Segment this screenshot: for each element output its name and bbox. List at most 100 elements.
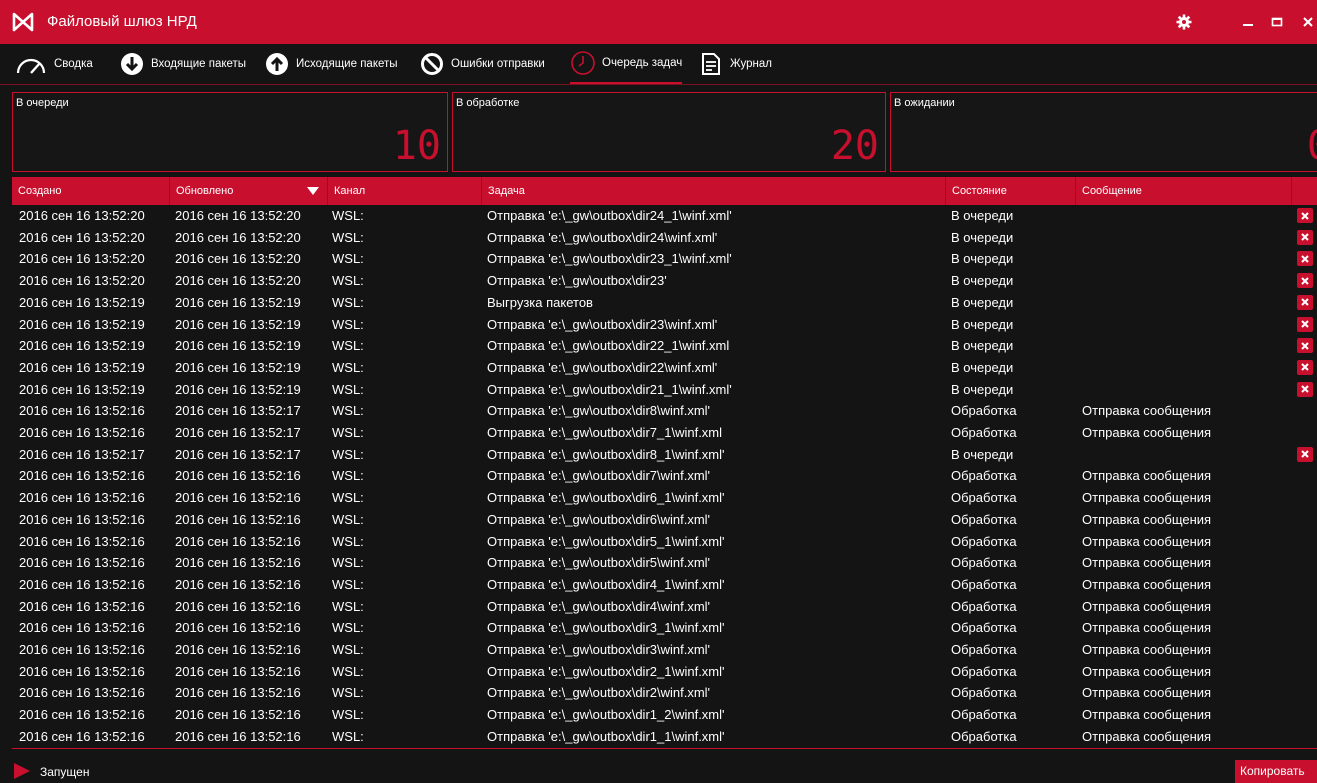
- close-button[interactable]: [1296, 10, 1317, 34]
- remove-task-button[interactable]: [1297, 338, 1313, 354]
- settings-button[interactable]: [1172, 10, 1196, 34]
- table-row[interactable]: 2016 сен 16 13:52:19 2016 сен 16 13:52:19…: [12, 314, 1317, 336]
- table-row[interactable]: 2016 сен 16 13:52:16 2016 сен 16 13:52:17…: [12, 400, 1317, 422]
- stat-queued-value: 10: [392, 123, 441, 169]
- table-row[interactable]: 2016 сен 16 13:52:16 2016 сен 16 13:52:17…: [12, 422, 1317, 444]
- cell-state: В очереди: [951, 338, 1014, 354]
- cell-updated: 2016 сен 16 13:52:19: [175, 294, 301, 310]
- table-row[interactable]: 2016 сен 16 13:52:20 2016 сен 16 13:52:20…: [12, 227, 1317, 249]
- cell-channel: WSL:: [332, 381, 364, 397]
- table-row[interactable]: 2016 сен 16 13:52:20 2016 сен 16 13:52:20…: [12, 205, 1317, 227]
- table-row[interactable]: 2016 сен 16 13:52:16 2016 сен 16 13:52:16…: [12, 465, 1317, 487]
- cell-updated: 2016 сен 16 13:52:19: [175, 316, 301, 332]
- table-row[interactable]: 2016 сен 16 13:52:19 2016 сен 16 13:52:19…: [12, 335, 1317, 357]
- remove-task-button[interactable]: [1297, 446, 1313, 462]
- tab-task-queue[interactable]: Очередь задач: [570, 44, 683, 84]
- arrow-down-circle-icon: [119, 51, 145, 77]
- minimize-button[interactable]: [1236, 10, 1260, 34]
- cell-updated: 2016 сен 16 13:52:19: [175, 359, 301, 375]
- tab-incoming-packages[interactable]: Входящие пакеты: [119, 44, 246, 84]
- remove-task-button[interactable]: [1297, 208, 1313, 223]
- cell-message: Отправка сообщения: [1082, 468, 1212, 484]
- tab-summary[interactable]: Сводка: [14, 44, 93, 84]
- cell-updated: 2016 сен 16 13:52:16: [175, 707, 301, 723]
- table-row[interactable]: 2016 сен 16 13:52:20 2016 сен 16 13:52:20…: [12, 248, 1317, 270]
- cell-task: Отправка 'e:\_gw\outbox\dir5\winf.xml': [487, 555, 711, 571]
- cell-task: Отправка 'e:\_gw\outbox\dir6\winf.xml': [487, 511, 711, 527]
- cell-channel: WSL:: [332, 707, 364, 723]
- remove-task-button[interactable]: [1297, 381, 1313, 397]
- cell-task: Отправка 'e:\_gw\outbox\dir2\winf.xml': [487, 685, 711, 701]
- cell-updated: 2016 сен 16 13:52:16: [175, 598, 301, 614]
- remove-task-button[interactable]: [1297, 316, 1313, 332]
- close-icon: [1301, 255, 1309, 263]
- column-header-actions: [1292, 177, 1317, 205]
- remove-task-button[interactable]: [1297, 294, 1313, 310]
- stat-processing: В обработке 20: [452, 92, 886, 172]
- cell-task: Отправка 'e:\_gw\outbox\dir8\winf.xml': [487, 403, 711, 419]
- table-row[interactable]: 2016 сен 16 13:52:19 2016 сен 16 13:52:19…: [12, 357, 1317, 379]
- table-row[interactable]: 2016 сен 16 13:52:16 2016 сен 16 13:52:16…: [12, 574, 1317, 596]
- cell-updated: 2016 сен 16 13:52:16: [175, 576, 301, 592]
- remove-task-button[interactable]: [1297, 251, 1313, 267]
- table-row[interactable]: 2016 сен 16 13:52:16 2016 сен 16 13:52:16…: [12, 617, 1317, 639]
- table-row[interactable]: 2016 сен 16 13:52:16 2016 сен 16 13:52:16…: [12, 639, 1317, 661]
- table-row[interactable]: 2016 сен 16 13:52:16 2016 сен 16 13:52:16…: [12, 596, 1317, 618]
- maximize-button[interactable]: [1265, 10, 1289, 34]
- cell-created: 2016 сен 16 13:52:16: [19, 598, 145, 614]
- table-row[interactable]: 2016 сен 16 13:52:16 2016 сен 16 13:52:16…: [12, 509, 1317, 531]
- table-row[interactable]: 2016 сен 16 13:52:16 2016 сен 16 13:52:16…: [12, 661, 1317, 683]
- arrow-up-circle-icon: [264, 51, 290, 77]
- table-row[interactable]: 2016 сен 16 13:52:16 2016 сен 16 13:52:16…: [12, 487, 1317, 509]
- table-row[interactable]: 2016 сен 16 13:52:16 2016 сен 16 13:52:16…: [12, 682, 1317, 704]
- cell-updated: 2016 сен 16 13:52:20: [175, 251, 301, 267]
- tab-send-errors[interactable]: Ошибки отправки: [419, 44, 545, 84]
- column-header-updated[interactable]: Обновлено: [170, 177, 328, 205]
- cell-channel: WSL:: [332, 294, 364, 310]
- cell-created: 2016 сен 16 13:52:19: [19, 381, 145, 397]
- tab-errors-label: Ошибки отправки: [451, 58, 545, 70]
- cell-channel: WSL:: [332, 642, 364, 657]
- cell-task: Отправка 'e:\_gw\outbox\dir23\winf.xml': [487, 316, 718, 332]
- table-row[interactable]: 2016 сен 16 13:52:16 2016 сен 16 13:52:16…: [12, 531, 1317, 553]
- cell-task: Отправка 'e:\_gw\outbox\dir1_2\winf.xml': [487, 707, 725, 723]
- cell-task: Отправка 'e:\_gw\outbox\dir7_1\winf.xml: [487, 425, 723, 440]
- cell-channel: WSL:: [332, 598, 364, 614]
- cell-message: Отправка сообщения: [1082, 598, 1212, 614]
- remove-task-button[interactable]: [1297, 359, 1313, 375]
- cell-created: 2016 сен 16 13:52:16: [19, 642, 145, 657]
- stat-waiting-label: В ожидании: [894, 97, 955, 109]
- table-row[interactable]: 2016 сен 16 13:52:16 2016 сен 16 13:52:16…: [12, 704, 1317, 726]
- tab-outgoing-packages[interactable]: Исходящие пакеты: [264, 44, 398, 84]
- copy-button[interactable]: Копировать: [1235, 760, 1317, 783]
- column-header-state[interactable]: Состояние: [946, 177, 1076, 205]
- table-row[interactable]: 2016 сен 16 13:52:19 2016 сен 16 13:52:19…: [12, 379, 1317, 401]
- cell-updated: 2016 сен 16 13:52:16: [175, 533, 301, 549]
- column-header-task[interactable]: Задача: [482, 177, 946, 205]
- column-header-created[interactable]: Создано: [12, 177, 170, 205]
- table-row[interactable]: 2016 сен 16 13:52:19 2016 сен 16 13:52:19…: [12, 292, 1317, 314]
- tab-outgoing-label: Исходящие пакеты: [296, 58, 398, 70]
- cell-created: 2016 сен 16 13:52:16: [19, 533, 145, 549]
- cell-updated: 2016 сен 16 13:52:16: [175, 511, 301, 527]
- remove-task-button[interactable]: [1297, 273, 1313, 289]
- cell-channel: WSL:: [332, 446, 364, 462]
- cell-channel: WSL:: [332, 576, 364, 592]
- gear-icon: [1176, 14, 1192, 30]
- remove-task-button[interactable]: [1297, 229, 1313, 245]
- cell-updated: 2016 сен 16 13:52:19: [175, 338, 301, 354]
- column-header-channel[interactable]: Канал: [328, 177, 482, 205]
- table-row[interactable]: 2016 сен 16 13:52:16 2016 сен 16 13:52:16…: [12, 552, 1317, 574]
- table-row[interactable]: 2016 сен 16 13:52:17 2016 сен 16 13:52:17…: [12, 444, 1317, 466]
- tab-journal[interactable]: Журнал: [698, 44, 772, 84]
- stat-processing-label: В обработке: [456, 97, 520, 109]
- cell-created: 2016 сен 16 13:52:16: [19, 555, 145, 571]
- cell-message: Отправка сообщения: [1082, 663, 1212, 679]
- cell-updated: 2016 сен 16 13:52:16: [175, 490, 301, 506]
- gauge-icon: [14, 51, 48, 77]
- table-row[interactable]: 2016 сен 16 13:52:16 2016 сен 16 13:52:16…: [12, 726, 1317, 745]
- table-row[interactable]: 2016 сен 16 13:52:20 2016 сен 16 13:52:20…: [12, 270, 1317, 292]
- cell-created: 2016 сен 16 13:52:16: [19, 490, 145, 506]
- cell-message: Отправка сообщения: [1082, 685, 1212, 701]
- column-header-message[interactable]: Сообщение: [1076, 177, 1292, 205]
